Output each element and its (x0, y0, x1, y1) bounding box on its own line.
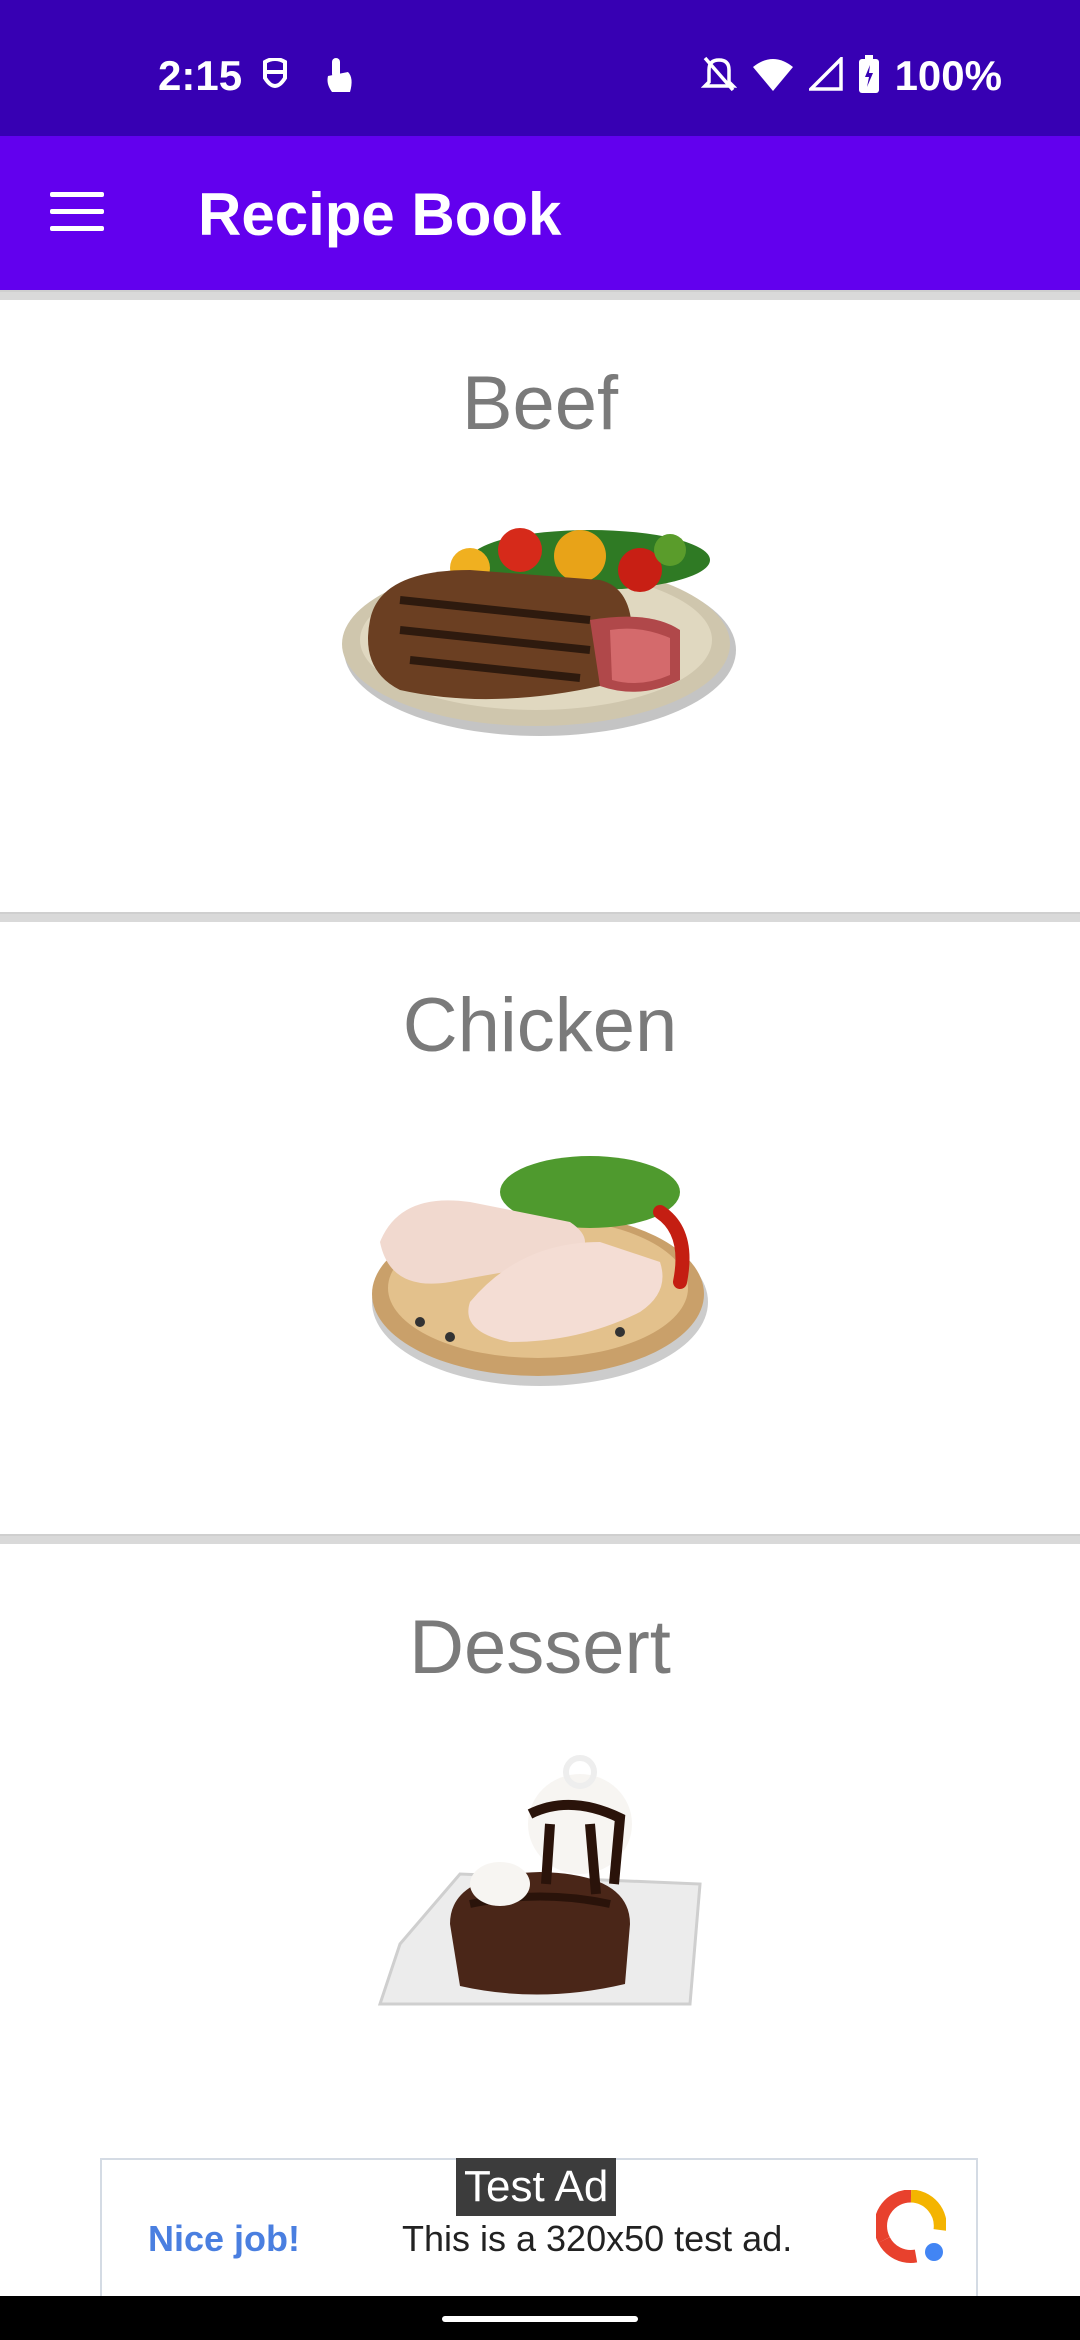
chicken-legs-board-image (0, 1132, 1080, 1432)
divider (0, 290, 1080, 300)
battery-percent: 100% (894, 52, 1002, 99)
category-card-chicken[interactable]: Chicken (0, 922, 1080, 1534)
category-title: Dessert (409, 1605, 671, 1690)
status-time: 2:15 (158, 52, 243, 99)
category-title: Chicken (402, 983, 678, 1068)
divider (0, 912, 1080, 922)
category-list: Beef Chicken Dessert (0, 290, 1080, 2156)
app-bar: Recipe Book (0, 136, 1080, 290)
ad-headline[interactable]: Nice job! (148, 2218, 300, 2260)
category-title: Beef (461, 361, 619, 446)
wifi-icon (752, 57, 793, 96)
admob-logo-icon[interactable] (874, 2189, 947, 2269)
hamburger-menu-icon[interactable] (50, 192, 104, 234)
category-card-dessert[interactable]: Dessert (0, 1544, 1080, 2156)
status-icons: 100% (700, 52, 1002, 100)
face-unlock-icon (260, 57, 290, 97)
status-bar: 2:15 100% (0, 0, 1080, 136)
steak-plate-image (0, 510, 1080, 810)
divider (0, 1534, 1080, 1544)
battery-icon (858, 54, 879, 98)
category-card-beef[interactable]: Beef (0, 300, 1080, 912)
ad-body[interactable]: This is a 320x50 test ad. (402, 2218, 792, 2260)
chocolate-brownie-image (0, 1754, 1080, 2054)
bell-off-icon (700, 54, 737, 99)
gesture-handle[interactable] (442, 2316, 638, 2322)
signal-icon (806, 54, 843, 96)
touch-icon (322, 58, 354, 99)
app-title: Recipe Book (198, 181, 562, 248)
navigation-bar (0, 2296, 1080, 2340)
test-ad-badge: Test Ad (456, 2158, 617, 2216)
